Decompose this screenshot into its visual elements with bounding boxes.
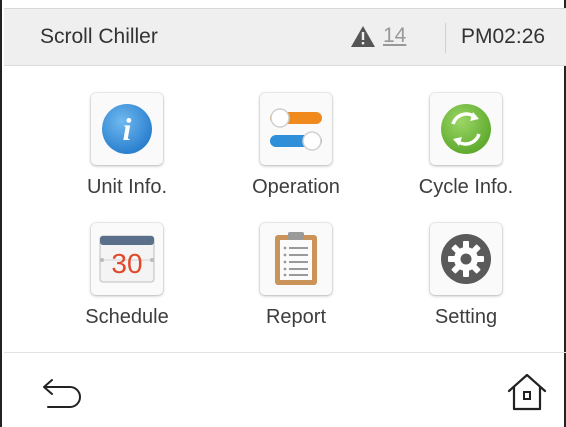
calendar-icon: 30 [99, 235, 155, 283]
footer-divider [4, 352, 566, 353]
svg-text:i: i [123, 111, 132, 147]
operation-label: Operation [252, 176, 340, 198]
clipboard-icon [275, 232, 317, 285]
report-button[interactable]: Report [221, 219, 371, 347]
schedule-icon-box: 30 [91, 223, 163, 295]
back-button[interactable] [40, 376, 86, 415]
schedule-label: Schedule [85, 306, 169, 328]
app-title: Scroll Chiller [40, 25, 158, 48]
gear-icon [441, 234, 491, 284]
info-icon: i [102, 104, 152, 154]
operation-icon-box [260, 93, 332, 165]
alarm-count[interactable]: 14 [383, 24, 406, 48]
screen-frame: Scroll Chiller 14 PM02:26 i Unit Info. O… [0, 0, 566, 427]
warning-triangle-icon [351, 25, 375, 47]
operation-button[interactable]: Operation [221, 89, 371, 217]
setting-label: Setting [434, 306, 498, 328]
home-icon [507, 373, 547, 411]
unit-info-icon-box: i [91, 93, 163, 165]
home-button[interactable] [505, 371, 549, 418]
status-bar: Scroll Chiller 14 PM02:26 [4, 8, 566, 66]
cycle-info-button[interactable]: Cycle Info. [391, 89, 541, 217]
report-label: Report [265, 306, 327, 328]
toggle-switches-icon [270, 108, 322, 151]
cycle-arrows-icon [441, 104, 491, 154]
report-icon-box [260, 223, 332, 295]
alarm-indicator[interactable]: 14 [350, 24, 406, 48]
schedule-button[interactable]: 30 Schedule [52, 219, 202, 347]
back-arrow-icon [43, 379, 81, 408]
setting-icon-box [430, 223, 502, 295]
calendar-day: 30 [111, 248, 142, 279]
cycle-info-icon-box [430, 93, 502, 165]
clock: PM02:26 [461, 25, 546, 48]
unit-info-button[interactable]: i Unit Info. [52, 89, 202, 217]
cycle-info-label: Cycle Info. [418, 176, 514, 198]
unit-info-label: Unit Info. [86, 176, 168, 198]
setting-button[interactable]: Setting [391, 219, 541, 347]
status-divider [445, 23, 446, 53]
